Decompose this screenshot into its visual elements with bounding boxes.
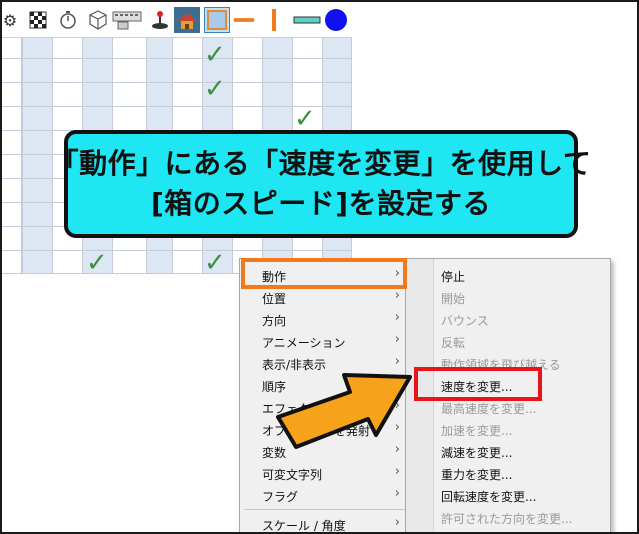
menu-item-label: 停止 [441,270,466,284]
check-mark-icon[interactable]: ✓ [204,42,226,68]
ball-icon[interactable] [324,8,348,32]
screenshot-frame: ⚙ ✓ ✓ ✓ ✓ ✓ 「動作」にある「速度を変更」を使用して [箱のスピード]… [0,0,639,534]
chevron-right-icon: › [394,332,400,347]
stopwatch-icon[interactable] [56,8,80,32]
menu-item-label: 許可された方向を変更... [441,512,573,526]
submenu-item-set-deceleration[interactable]: 減速を変更... [406,440,610,462]
pointer-arrow-icon [276,373,412,449]
gear-icon[interactable]: ⚙ [2,8,22,32]
menu-item-label: 加速を変更... [441,424,513,438]
vertical-bar-icon[interactable] [262,8,286,32]
instruction-banner: 「動作」にある「速度を変更」を使用して [箱のスピード]を設定する [51,130,591,238]
menu-item-label: 開始 [441,292,466,306]
chevron-right-icon: › [394,310,400,325]
box-icon[interactable] [204,7,230,33]
checkered-flag-icon[interactable] [26,8,50,32]
joystick-icon[interactable] [148,8,172,32]
check-mark-icon[interactable]: ✓ [294,106,316,132]
menu-item-label: 反転 [441,336,466,350]
banner-line-1: 「動作」にある「速度を変更」を使用して [50,147,592,180]
submenu-item-start[interactable]: 開始 [406,286,610,308]
check-mark-icon[interactable]: ✓ [204,76,226,102]
object-toolbar: ⚙ [2,2,352,38]
chevron-right-icon: › [394,515,400,530]
horizontal-bar-icon[interactable] [232,8,256,32]
menu-item-label: 位置 [262,292,287,306]
cube-icon[interactable] [86,8,110,32]
submenu-item-bounce[interactable]: バウンス [406,308,610,330]
keyboard-icon[interactable] [112,8,142,32]
menu-item-label: スケール / 角度 [262,519,346,533]
movement-highlight-box [241,258,407,289]
menu-item-label: バウンス [441,314,489,328]
menu-item-position[interactable]: 位置 › [240,286,410,308]
menu-item-direction[interactable]: 方向 › [240,308,410,330]
menu-item-label: アニメーション [262,336,346,350]
submenu-item-set-acceleration[interactable]: 加速を変更... [406,418,610,440]
submenu-item-set-allowed-directions[interactable]: 許可された方向を変更... [406,506,610,528]
set-speed-highlight-box [414,367,542,401]
submenu-item-set-gravity[interactable]: 重力を変更... [406,462,610,484]
menu-item-label: 可変文字列 [262,468,323,482]
house-icon[interactable] [174,7,200,33]
teal-bar-icon[interactable] [292,8,322,32]
menu-item-scale-angle[interactable]: スケール / 角度 › [240,513,410,533]
menu-item-flags[interactable]: フラグ › [240,484,410,506]
menu-item-animation[interactable]: アニメーション › [240,330,410,352]
menu-item-label: 重力を変更... [441,468,513,482]
check-mark-icon[interactable]: ✓ [86,250,108,276]
check-mark-icon[interactable]: ✓ [204,250,226,276]
submenu-item-physics[interactable]: 物理 [406,528,610,532]
banner-line-2: [箱のスピード]を設定する [150,187,492,220]
menu-item-label: 回転速度を変更... [441,490,537,504]
menu-separator [244,509,406,510]
menu-item-label: 減速を変更... [441,446,513,460]
menu-item-label: 最高速度を変更... [441,402,537,416]
chevron-right-icon: › [394,288,400,303]
submenu-item-reverse[interactable]: 反転 [406,330,610,352]
menu-item-label: 方向 [262,314,287,328]
chevron-right-icon: › [394,486,400,501]
submenu-item-set-rotation-speed[interactable]: 回転速度を変更... [406,484,610,506]
menu-item-label: フラグ [262,490,299,504]
submenu-item-stop[interactable]: 停止 [406,264,610,286]
